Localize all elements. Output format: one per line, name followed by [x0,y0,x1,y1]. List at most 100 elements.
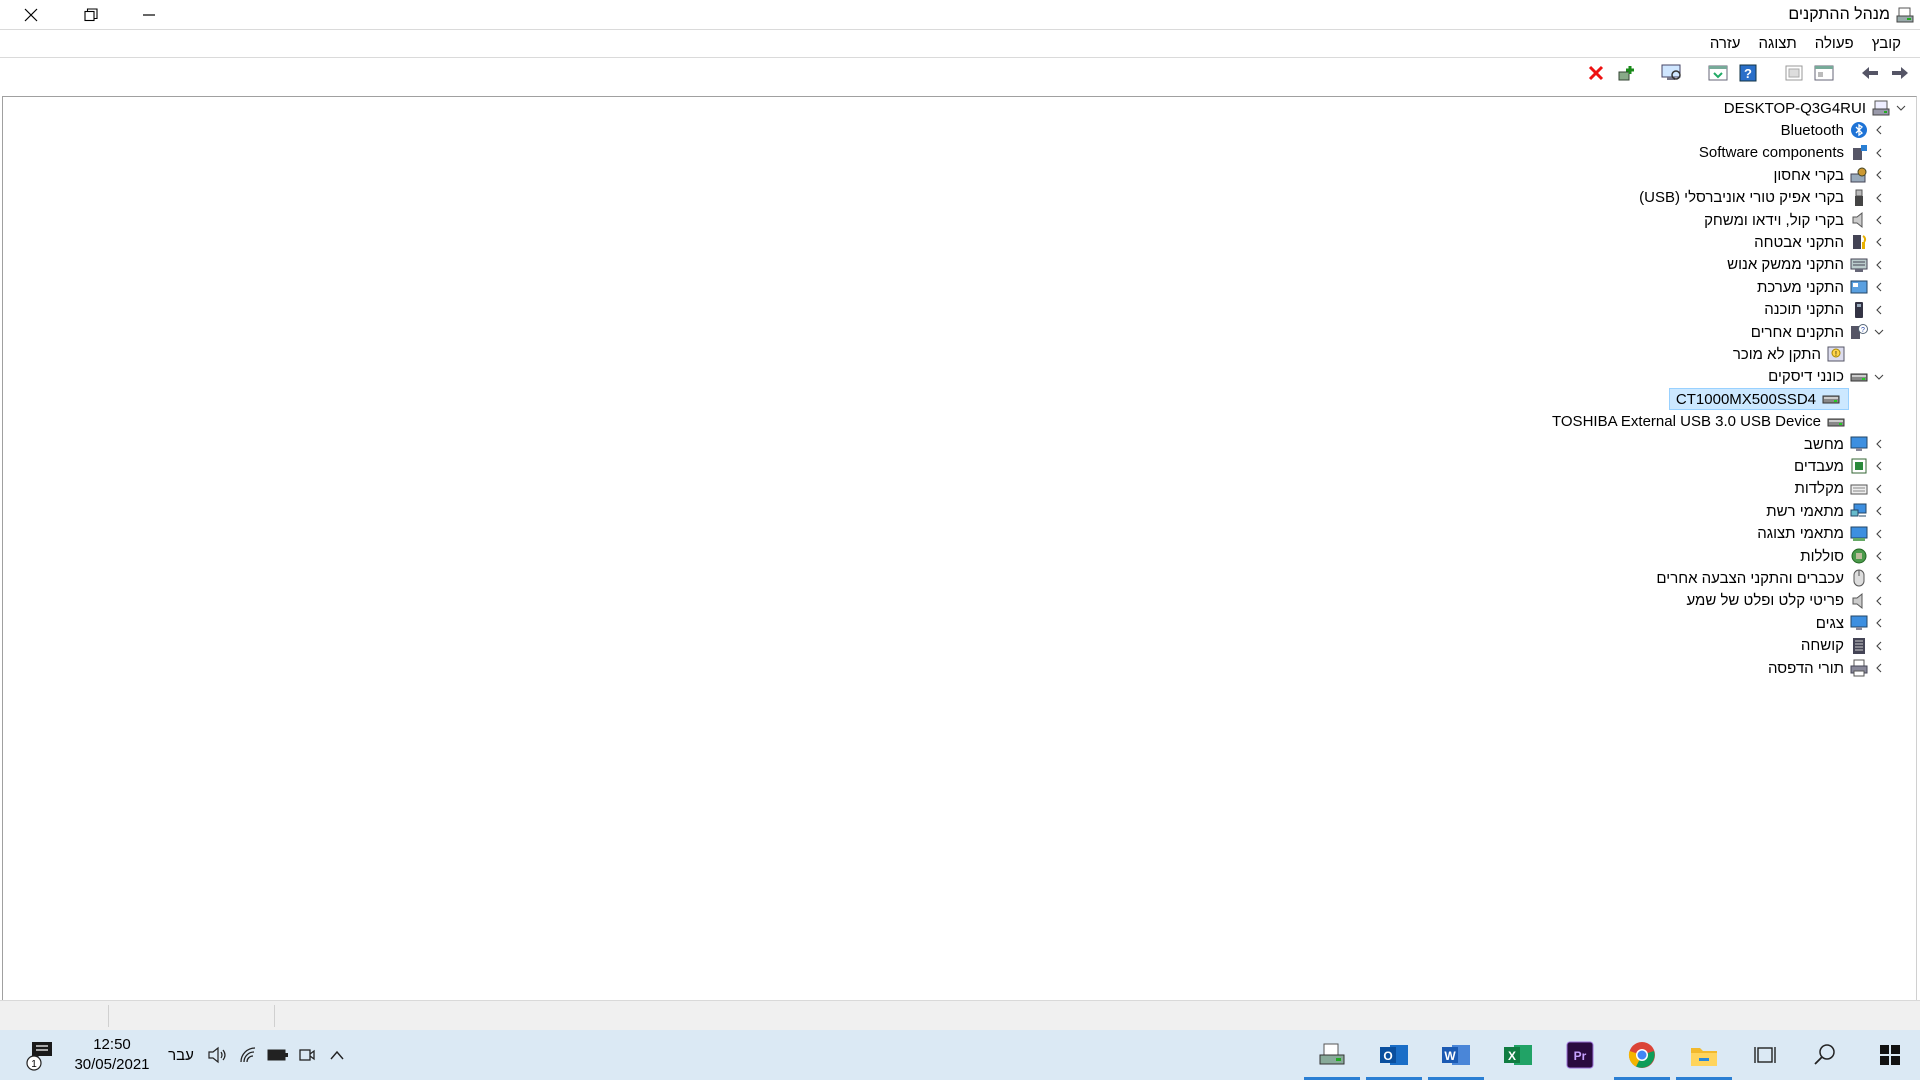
taskbar-search[interactable] [1800,1030,1850,1080]
chevron-left-icon[interactable] [1872,500,1886,522]
restore-button[interactable] [62,0,120,29]
device-tree-panel[interactable]: DESKTOP-Q3G4RUI Bluetooth Software compone… [2,96,1917,1000]
menu-action[interactable]: פעולה [1806,35,1863,52]
show-hidden-icons-button[interactable] [324,1030,350,1080]
tree-category-item[interactable]: Software components [1697,142,1886,164]
tree-item-content[interactable]: ! התקן לא מוכר [1731,344,1849,364]
tree-item-content[interactable]: בקרי אפיק טורי אוניברסלי (USB) [1637,188,1872,208]
tree-item-content[interactable]: התקני מערכת [1755,277,1872,297]
tree-item-content[interactable]: Software components [1697,143,1872,163]
chevron-left-icon[interactable] [1872,455,1886,477]
clock[interactable]: 12:50 30/05/2021 [64,1035,160,1075]
tree-category-item[interactable]: מעבדים [1792,455,1886,477]
menu-help[interactable]: עזרה [1701,35,1750,52]
chevron-left-icon[interactable] [1872,523,1886,545]
tree-item-content[interactable]: מעבדים [1792,456,1872,476]
tree-category-item[interactable]: צגים [1814,612,1886,634]
tree-item-content[interactable]: עכברים והתקני הצבעה אחרים [1654,568,1872,588]
add-legacy-button[interactable] [1614,61,1638,85]
show-hidden-button[interactable] [1782,61,1806,85]
tree-device-item[interactable]: TOSHIBA External USB 3.0 USB Device [1550,411,1863,433]
tree-item-content[interactable]: מקלדות [1792,479,1872,499]
chevron-left-icon[interactable] [1872,119,1886,141]
taskbar-chrome[interactable] [1612,1030,1672,1080]
uninstall-button[interactable] [1584,61,1608,85]
tree-category-item[interactable]: מקלדות [1792,478,1886,500]
tree-item-content[interactable]: צגים [1814,613,1872,633]
chevron-down-icon[interactable] [1872,366,1886,388]
tree-item-content[interactable]: תורי הדפסה [1766,658,1872,678]
tree-item-content[interactable]: ? התקנים אחרים [1749,322,1872,342]
scan-hardware-button[interactable] [1660,61,1684,85]
chevron-left-icon[interactable] [1872,478,1886,500]
meet-now-button[interactable] [294,1030,320,1080]
tree-category-item[interactable]: מתאמי תצוגה [1755,523,1886,545]
tree-category-item[interactable]: מחשב [1802,433,1886,455]
tree-item-content[interactable]: התקני אבטחה [1752,232,1872,252]
chevron-left-icon[interactable] [1872,433,1886,455]
tree-item-content[interactable]: בקרי קול, וידאו ומשחק [1702,210,1872,230]
chevron-left-icon[interactable] [1872,276,1886,298]
tree-category-item[interactable]: Bluetooth [1779,119,1886,141]
menu-file[interactable]: קובץ [1863,35,1910,52]
tree-category-item[interactable]: מתאמי רשת [1764,500,1886,522]
tree-device-item[interactable]: ! התקן לא מוכר [1731,343,1863,365]
tree-item-content[interactable]: CT1000MX500SSD4 [1668,388,1849,411]
taskbar-task-view[interactable] [1740,1030,1790,1080]
volume-button[interactable] [204,1030,230,1080]
taskbar-device-manager[interactable] [1302,1030,1362,1080]
close-button[interactable] [2,0,60,29]
tree-item-content[interactable]: התקני תוכנה [1762,300,1872,320]
tree-category-item[interactable]: התקני מערכת [1755,276,1886,298]
tree-category-item[interactable]: פריטי קלט ופלט של שמע [1684,590,1886,612]
minimize-button[interactable] [120,0,178,29]
chevron-left-icon[interactable] [1872,254,1886,276]
battery-button[interactable] [264,1030,292,1080]
tree-category-item[interactable]: סוללות [1798,545,1886,567]
notification-center-button[interactable]: 1 [18,1030,64,1080]
chevron-left-icon[interactable] [1872,209,1886,231]
expand-chevron-icon[interactable] [1894,97,1908,119]
tree-category-item[interactable]: כונני דיסקים [1766,366,1886,388]
update-driver-button[interactable] [1706,61,1730,85]
tree-item-content[interactable]: כונני דיסקים [1766,367,1872,387]
chevron-down-icon[interactable] [1872,321,1886,343]
network-button[interactable] [235,1030,261,1080]
taskbar-excel[interactable]: X [1488,1030,1548,1080]
tree-item-content[interactable]: Bluetooth [1779,120,1872,140]
tree-item-content[interactable]: מתאמי רשת [1764,501,1872,521]
chevron-left-icon[interactable] [1872,567,1886,589]
tree-category-item[interactable]: התקני ממשק אנוש [1725,254,1886,276]
tree-item-content[interactable]: מחשב [1802,434,1872,454]
tree-item-content[interactable]: בקרי אחסון [1771,165,1872,185]
tree-category-item[interactable]: ? התקנים אחרים [1749,321,1886,343]
chevron-left-icon[interactable] [1872,142,1886,164]
taskbar-outlook[interactable]: O [1364,1030,1424,1080]
tree-category-item[interactable]: התקני אבטחה [1752,231,1886,253]
taskbar-premiere[interactable]: Pr [1550,1030,1610,1080]
tree-category-item[interactable]: עכברים והתקני הצבעה אחרים [1654,567,1886,589]
tree-category-item[interactable]: התקני תוכנה [1762,299,1886,321]
chevron-left-icon[interactable] [1872,299,1886,321]
taskbar-word[interactable]: W [1426,1030,1486,1080]
chevron-left-icon[interactable] [1872,187,1886,209]
language-indicator[interactable]: עבר [164,1030,198,1080]
tree-item-content[interactable]: סוללות [1798,546,1872,566]
help-button[interactable]: ? [1736,61,1760,85]
menu-view[interactable]: תצוגה [1749,35,1805,52]
back-button[interactable] [1858,61,1882,85]
taskbar-file-explorer[interactable] [1674,1030,1734,1080]
tree-category-item[interactable]: תורי הדפסה [1766,657,1886,679]
properties-button[interactable] [1812,61,1836,85]
tree-item-content[interactable]: פריטי קלט ופלט של שמע [1684,591,1872,611]
chevron-left-icon[interactable] [1872,545,1886,567]
start-button[interactable] [1860,1030,1920,1080]
tree-category-item[interactable]: בקרי קול, וידאו ומשחק [1702,209,1886,231]
forward-button[interactable] [1888,61,1912,85]
chevron-left-icon[interactable] [1872,657,1886,679]
chevron-left-icon[interactable] [1872,164,1886,186]
tree-item-content[interactable]: קושחה [1799,636,1872,656]
tree-category-item[interactable]: קושחה [1799,635,1886,657]
tree-root[interactable]: DESKTOP-Q3G4RUI [1722,97,1916,119]
tree-category-item[interactable]: בקרי אחסון [1771,164,1886,186]
